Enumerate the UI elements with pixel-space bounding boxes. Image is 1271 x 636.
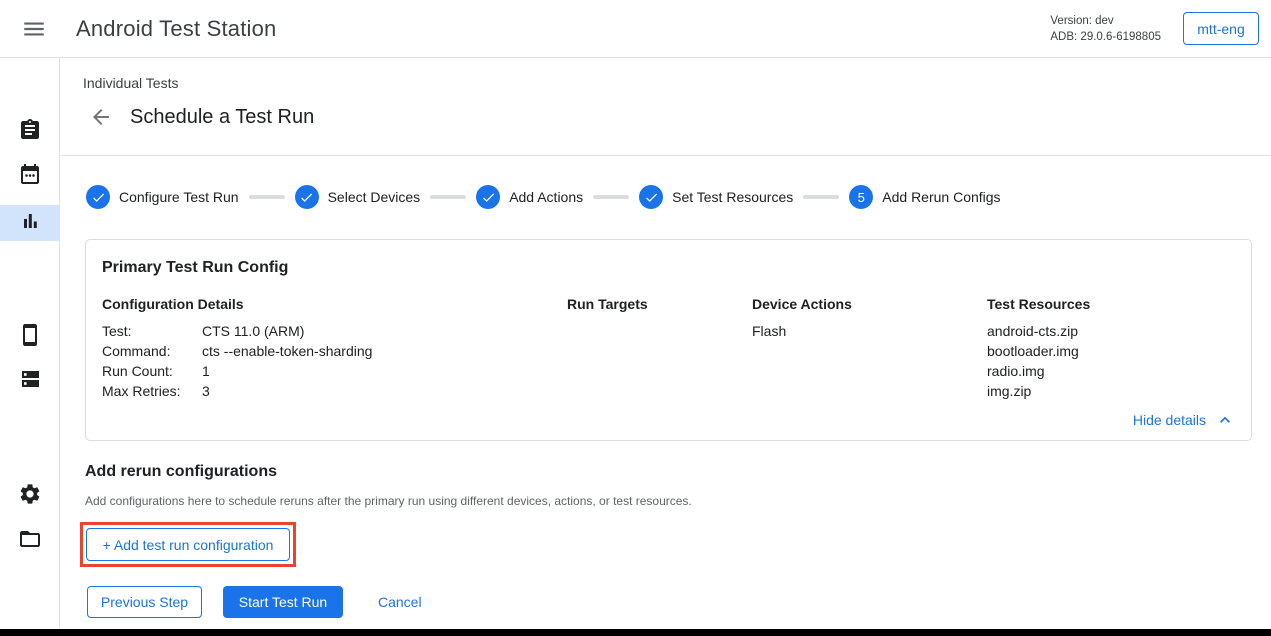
- version-info: Version: dev ADB: 29.0.6-6198805: [1050, 13, 1161, 45]
- sidebar: [0, 58, 60, 629]
- configuration-details-column: Configuration Details Test: CTS 11.0 (AR…: [102, 295, 567, 401]
- card-title: Primary Test Run Config: [102, 258, 1235, 278]
- config-value: CTS 11.0 (ARM): [202, 321, 304, 341]
- hide-details-label: Hide details: [1133, 412, 1206, 428]
- calendar-icon: [18, 163, 42, 192]
- title-row: Schedule a Test Run: [85, 101, 1271, 133]
- clipboard-icon: [18, 118, 42, 147]
- config-value: cts --enable-token-sharding: [202, 341, 372, 361]
- sidebar-item-server[interactable]: [0, 363, 60, 399]
- test-resource-item: android-cts.zip: [987, 321, 1235, 341]
- config-label: Run Count:: [102, 361, 202, 381]
- config-value: 1: [202, 361, 210, 381]
- back-arrow-icon[interactable]: [89, 105, 113, 129]
- sidebar-item-settings[interactable]: [0, 478, 60, 514]
- test-resources-column: Test Resources android-cts.zip bootloade…: [987, 295, 1235, 401]
- settings-gear-icon: [18, 482, 42, 511]
- rerun-section-title: Add rerun configurations: [85, 463, 1271, 481]
- start-test-run-button[interactable]: Start Test Run: [223, 586, 343, 618]
- step-label: Configure Test Run: [119, 189, 239, 205]
- highlight-box: + Add test run configuration: [80, 522, 296, 567]
- column-header: Test Resources: [987, 295, 1235, 313]
- step-connector: [430, 195, 466, 199]
- step-check-icon: [639, 185, 663, 209]
- hamburger-menu-icon[interactable]: [21, 16, 47, 42]
- version-line: Version: dev: [1050, 13, 1161, 29]
- run-targets-column: Run Targets: [567, 295, 752, 401]
- step-label: Select Devices: [328, 189, 421, 205]
- header-right: Version: dev ADB: 29.0.6-6198805 mtt-eng: [1050, 12, 1271, 45]
- column-header: Configuration Details: [102, 295, 567, 313]
- column-header: Run Targets: [567, 295, 752, 313]
- main-content: Individual Tests Schedule a Test Run Con…: [61, 58, 1271, 629]
- step-number: 5: [849, 185, 873, 209]
- sidebar-item-clipboard[interactable]: [0, 114, 60, 150]
- stepper: Configure Test Run Select Devices Add Ac…: [86, 177, 1271, 217]
- bar-chart-icon: [18, 209, 42, 238]
- hide-details-link[interactable]: Hide details: [1133, 410, 1235, 430]
- config-row-test: Test: CTS 11.0 (ARM): [102, 321, 567, 341]
- config-value: 3: [202, 381, 210, 401]
- step-label: Add Actions: [509, 189, 583, 205]
- app-title: Android Test Station: [76, 16, 277, 42]
- smartphone-icon: [18, 323, 42, 352]
- primary-config-card: Primary Test Run Config Configuration De…: [85, 239, 1252, 441]
- add-test-run-configuration-button[interactable]: + Add test run configuration: [86, 528, 290, 561]
- test-resource-item: radio.img: [987, 361, 1235, 381]
- column-header: Device Actions: [752, 295, 987, 313]
- rerun-section-description: Add configurations here to schedule reru…: [85, 494, 1271, 508]
- server-icon: [18, 367, 42, 396]
- divider: [61, 155, 1271, 156]
- sidebar-item-bar-chart[interactable]: [0, 205, 60, 241]
- cancel-button[interactable]: Cancel: [378, 594, 422, 610]
- card-grid: Configuration Details Test: CTS 11.0 (AR…: [102, 295, 1235, 401]
- config-row-max-retries: Max Retries: 3: [102, 381, 567, 401]
- config-row-run-count: Run Count: 1: [102, 361, 567, 381]
- device-actions-column: Device Actions Flash: [752, 295, 987, 401]
- test-resource-item: img.zip: [987, 381, 1235, 401]
- step-select-devices[interactable]: Select Devices: [295, 185, 421, 209]
- config-label: Command:: [102, 341, 202, 361]
- config-label: Max Retries:: [102, 381, 202, 401]
- step-check-icon: [86, 185, 110, 209]
- config-label: Test:: [102, 321, 202, 341]
- bottom-bar: [0, 629, 1271, 636]
- chevron-up-icon: [1215, 410, 1235, 430]
- folder-icon: [18, 527, 42, 556]
- app-header: Android Test Station Version: dev ADB: 2…: [0, 0, 1271, 58]
- device-action-item: Flash: [752, 321, 987, 341]
- config-row-command: Command: cts --enable-token-sharding: [102, 341, 567, 361]
- step-connector: [249, 195, 285, 199]
- step-label: Set Test Resources: [672, 189, 793, 205]
- step-check-icon: [295, 185, 319, 209]
- breadcrumb: Individual Tests: [83, 75, 1271, 91]
- step-add-rerun-configs[interactable]: 5 Add Rerun Configs: [849, 185, 1000, 209]
- step-set-test-resources[interactable]: Set Test Resources: [639, 185, 793, 209]
- step-add-actions[interactable]: Add Actions: [476, 185, 583, 209]
- adb-version-line: ADB: 29.0.6-6198805: [1050, 29, 1161, 45]
- step-connector: [593, 195, 629, 199]
- test-resource-item: bootloader.img: [987, 341, 1235, 361]
- previous-step-button[interactable]: Previous Step: [87, 586, 202, 618]
- account-button[interactable]: mtt-eng: [1183, 12, 1259, 45]
- footer-actions: Previous Step Start Test Run Cancel: [87, 586, 1271, 618]
- step-label: Add Rerun Configs: [882, 189, 1000, 205]
- sidebar-item-calendar[interactable]: [0, 159, 60, 195]
- step-configure-test-run[interactable]: Configure Test Run: [86, 185, 239, 209]
- step-check-icon: [476, 185, 500, 209]
- sidebar-item-smartphone[interactable]: [0, 319, 60, 355]
- page-title: Schedule a Test Run: [130, 106, 314, 129]
- step-connector: [803, 195, 839, 199]
- sidebar-item-folder[interactable]: [0, 523, 60, 559]
